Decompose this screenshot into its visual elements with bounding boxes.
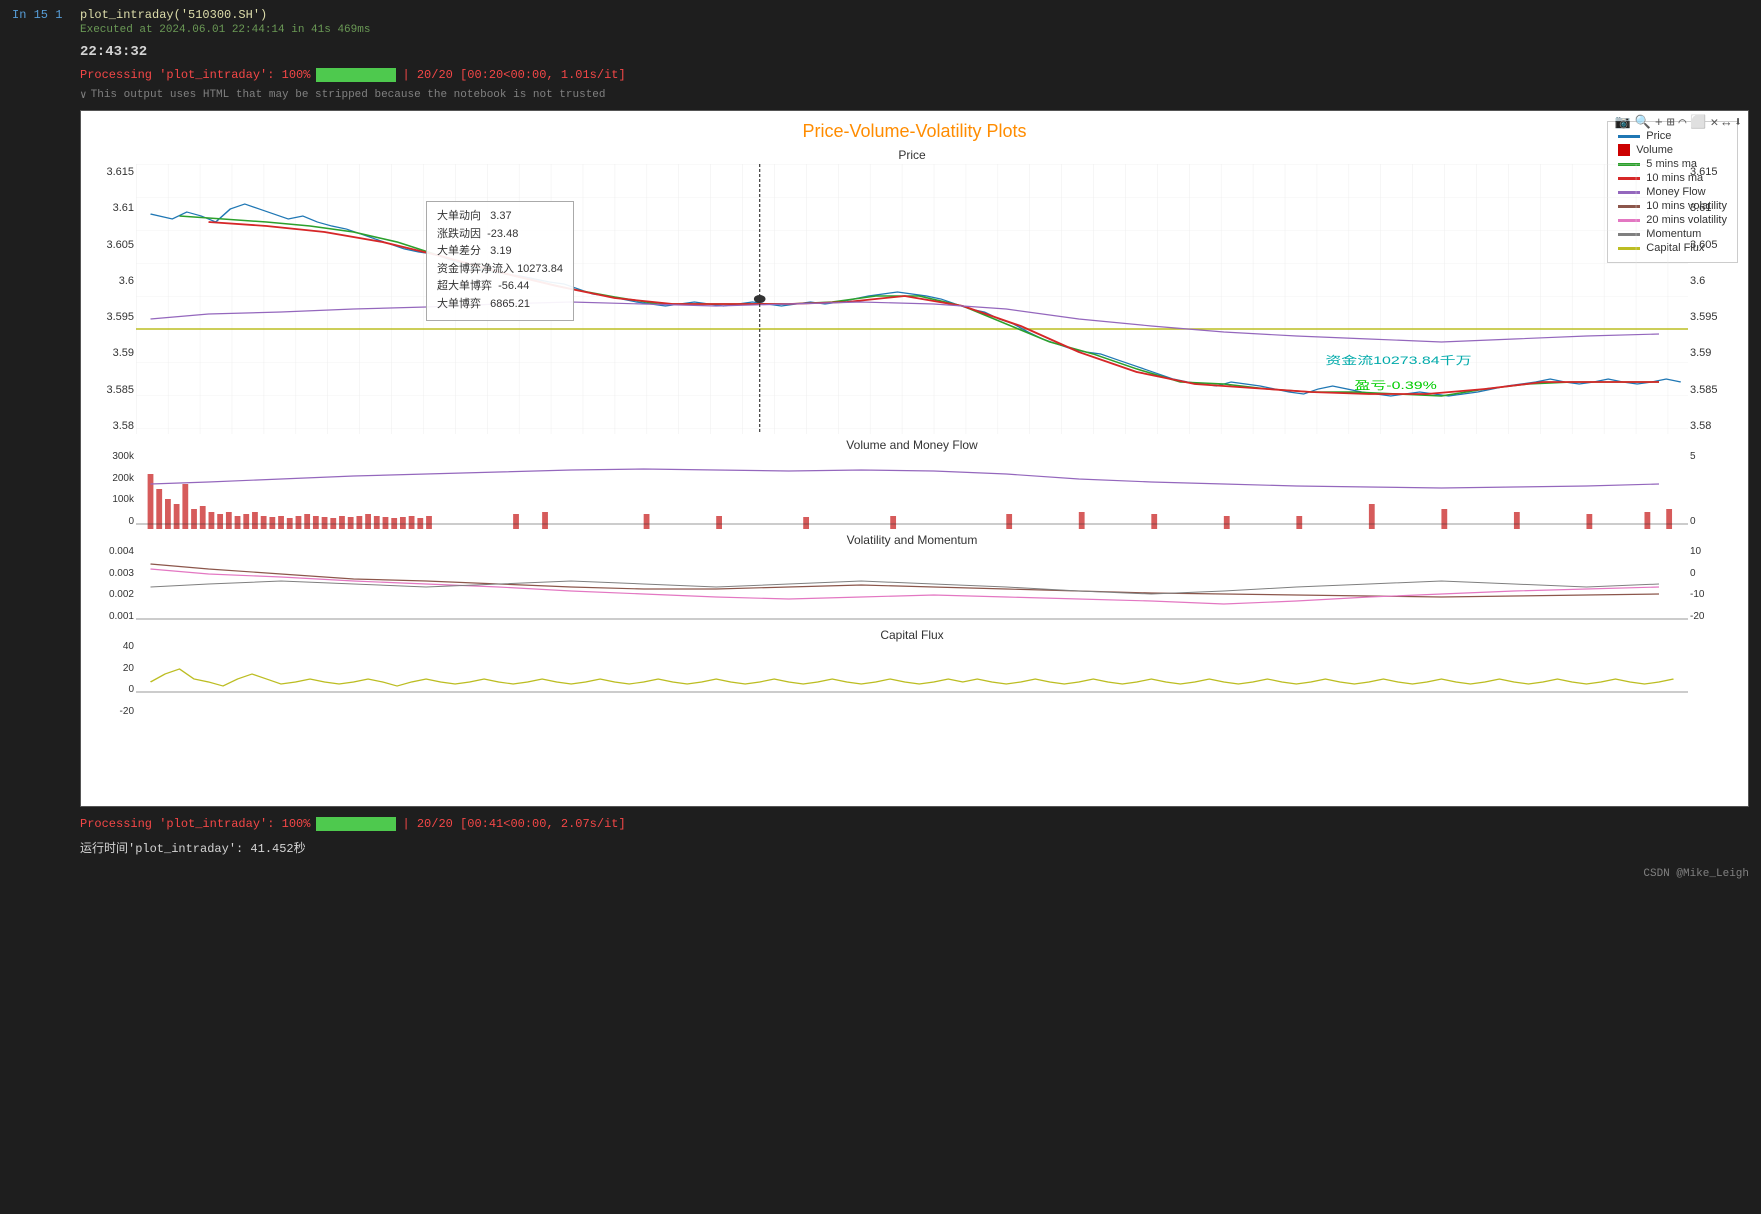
progress-bar-fill-2 bbox=[316, 817, 396, 831]
cross-icon[interactable]: ✕ bbox=[1711, 115, 1719, 130]
flux-chart-title: Capital Flux bbox=[136, 626, 1688, 644]
svg-text:资金流10273.84千万: 资金流10273.84千万 bbox=[1325, 354, 1471, 366]
trusted-warning: ∨ This output uses HTML that may be stri… bbox=[0, 86, 1761, 106]
xaxis-tick-labels: 09:30:00 09:35:00 09:40:00 09:45:00 09:5… bbox=[136, 721, 1688, 806]
notebook: In 15 1 plot_intraday('510300.SH') Execu… bbox=[0, 0, 1761, 888]
price-tooltip: 大单动向 3.37 涨跌动因 -23.48 大单差分 3.19 资金博弈净流入 … bbox=[426, 201, 574, 321]
tooltip-label1: 大单动向 bbox=[437, 210, 481, 222]
volatility-subchart: 0.004 0.003 0.002 0.001 Volatility and M… bbox=[81, 531, 1748, 626]
grid-icon[interactable]: ⊞ bbox=[1667, 115, 1675, 130]
zoom-icon[interactable]: 🔍 bbox=[1635, 115, 1651, 130]
box-icon[interactable]: ⬜ bbox=[1690, 115, 1706, 130]
volatility-svg bbox=[136, 549, 1688, 625]
price-subchart-main: Price bbox=[136, 146, 1688, 436]
chart-area: 3.615 3.61 3.605 3.6 3.595 3.59 3.585 3.… bbox=[81, 146, 1748, 806]
xaxis-labels: 09:30:00 09:30:00 09:30:00 09:35:00 09:4… bbox=[136, 721, 1688, 806]
flux-yaxis-left: 40 20 0 -20 bbox=[81, 626, 136, 721]
price-svg: 资金流10273.84千万 盈亏-0.39% bbox=[136, 164, 1688, 434]
price-subchart: 3.615 3.61 3.605 3.6 3.595 3.59 3.585 3.… bbox=[81, 146, 1748, 436]
volume-subchart-main: Volume and Money Flow bbox=[136, 436, 1688, 531]
chevron-down-icon: ∨ bbox=[80, 88, 87, 102]
tooltip-label3: 大单差分 bbox=[437, 245, 481, 257]
chart-title: Price-Volume-Volatility Plots bbox=[81, 111, 1748, 146]
legend-price-label: Price bbox=[1646, 130, 1671, 142]
xaxis-spacer-right bbox=[1688, 721, 1748, 806]
flux-subchart: 40 20 0 -20 Capital Flux bbox=[81, 626, 1748, 721]
price-legend-line bbox=[1618, 135, 1640, 138]
flux-subchart-main: Capital Flux bbox=[136, 626, 1688, 721]
volume-svg bbox=[136, 454, 1688, 530]
price-chart-title: Price bbox=[136, 146, 1688, 164]
tooltip-value5: -56.44 bbox=[498, 280, 529, 292]
volatility-yaxis-right: 10 0 -10 -20 bbox=[1688, 531, 1748, 626]
tooltip-label5: 超大单博弈 bbox=[437, 280, 492, 292]
runtime-line: 运行时间'plot_intraday': 41.452秒 bbox=[0, 835, 1761, 860]
progress-label-1: Processing 'plot_intraday': 100% bbox=[80, 68, 310, 82]
volume-yaxis-left: 300k 200k 100k 0 bbox=[81, 436, 136, 531]
cell-executed: Executed at 2024.06.01 22:44:14 in 41s 4… bbox=[0, 24, 1761, 40]
legend-price: Price bbox=[1618, 130, 1727, 142]
tooltip-value2: -23.48 bbox=[487, 228, 518, 240]
footer: CSDN @Mike_Leigh bbox=[0, 860, 1761, 888]
volatility-yaxis-left: 0.004 0.003 0.002 0.001 bbox=[81, 531, 136, 626]
price-yaxis-right: 3.615 3.61 3.605 3.6 3.595 3.59 3.585 3.… bbox=[1688, 146, 1748, 436]
tooltip-label4: 资金博弈净流入 bbox=[437, 263, 514, 275]
plus-icon[interactable]: + bbox=[1655, 115, 1663, 130]
download-icon[interactable]: ⬇ bbox=[1734, 115, 1742, 130]
chart-toolbar: 📷 🔍 + ⊞ ⌒ ⬜ ✕ ↔ ⬇ bbox=[1615, 115, 1743, 130]
lasso-icon[interactable]: ⌒ bbox=[1679, 115, 1687, 130]
progress-bar-fill-1 bbox=[316, 68, 396, 82]
progress-label-2: Processing 'plot_intraday': 100% bbox=[80, 817, 310, 831]
cell-label: In 15 1 bbox=[12, 8, 72, 22]
svg-text:盈亏-0.39%: 盈亏-0.39% bbox=[1354, 379, 1436, 391]
progress-info-2: | 20/20 [00:41<00:00, 2.07s/it] bbox=[402, 817, 625, 831]
tooltip-label2: 涨跌动因 bbox=[437, 228, 481, 240]
pan-icon[interactable]: ↔ bbox=[1722, 115, 1730, 130]
tooltip-value3: 3.19 bbox=[490, 245, 511, 257]
volume-chart-title: Volume and Money Flow bbox=[136, 436, 1688, 454]
cell-header: In 15 1 plot_intraday('510300.SH') bbox=[0, 0, 1761, 24]
tooltip-label6: 大单博弈 bbox=[437, 298, 481, 310]
xaxis-spacer-left bbox=[81, 721, 136, 806]
progress-bar-1: Processing 'plot_intraday': 100% | 20/20… bbox=[0, 64, 1761, 86]
price-yaxis-left: 3.615 3.61 3.605 3.6 3.595 3.59 3.585 3.… bbox=[81, 146, 136, 436]
tooltip-value4: 10273.84 bbox=[517, 263, 563, 275]
progress-bar-2: Processing 'plot_intraday': 100% | 20/20… bbox=[0, 813, 1761, 835]
volume-subchart: 300k 200k 100k 0 Volume and Money Flow bbox=[81, 436, 1748, 531]
timestamp: 22:43:32 bbox=[0, 40, 1761, 64]
volatility-chart-title: Volatility and Momentum bbox=[136, 531, 1688, 549]
cell-code: plot_intraday('510300.SH') bbox=[80, 8, 267, 22]
volume-yaxis-right: 5 0 bbox=[1688, 436, 1748, 531]
chart-container: 📷 🔍 + ⊞ ⌒ ⬜ ✕ ↔ ⬇ Price-Volume-Volatilit… bbox=[80, 110, 1749, 807]
camera-icon[interactable]: 📷 bbox=[1615, 115, 1631, 130]
xaxis-container: 09:30:00 09:30:00 09:30:00 09:35:00 09:4… bbox=[81, 721, 1748, 806]
tooltip-value1: 3.37 bbox=[490, 210, 511, 222]
flux-svg bbox=[136, 644, 1688, 720]
tooltip-value6: 6865.21 bbox=[490, 298, 530, 310]
flux-yaxis-right bbox=[1688, 626, 1748, 721]
volatility-subchart-main: Volatility and Momentum bbox=[136, 531, 1688, 626]
progress-info-1: | 20/20 [00:20<00:00, 1.01s/it] bbox=[402, 68, 625, 82]
